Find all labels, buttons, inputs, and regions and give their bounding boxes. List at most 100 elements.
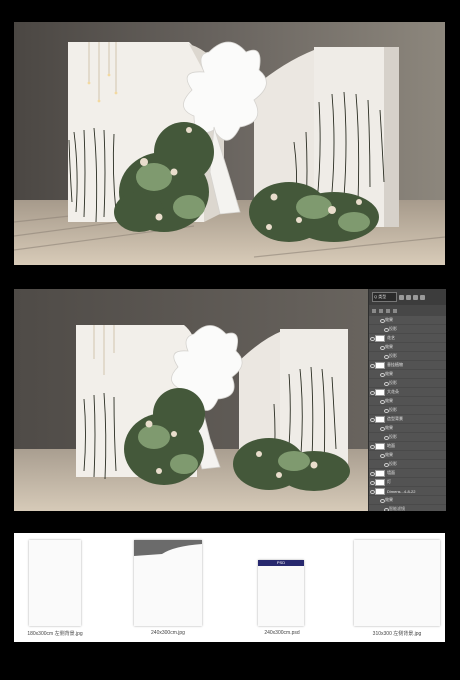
visibility-eye-icon[interactable]	[379, 424, 385, 432]
visibility-eye-icon[interactable]	[369, 388, 375, 396]
layer-name: 投影	[389, 461, 397, 466]
file-name: 310x300 左侧背景.jpg	[372, 631, 422, 637]
layer-effect-row[interactable]: 投影	[369, 406, 446, 415]
layer-row[interactable]: 大花朵	[369, 388, 446, 397]
layer-effect-row[interactable]: 投影	[369, 460, 446, 469]
layer-thumbnail	[375, 442, 385, 450]
layer-name: 造型背景	[387, 416, 403, 421]
layer-effect-row[interactable]: 智能滤镜	[369, 505, 446, 511]
layer-thumbnail	[375, 487, 385, 495]
visibility-eye-icon[interactable]	[379, 451, 385, 459]
layer-effect-row[interactable]: 投影	[369, 325, 446, 334]
layer-name: 地面	[387, 443, 395, 448]
file-thumbnail	[354, 540, 440, 626]
lock-position-icon[interactable]	[379, 308, 383, 313]
file-thumbnail: PSD	[258, 560, 304, 626]
lock-all-icon[interactable]	[393, 308, 397, 313]
layer-row[interactable]: 造型背景	[369, 415, 446, 424]
visibility-eye-icon[interactable]	[383, 325, 389, 333]
file-name: 240x300cm.jpg	[151, 630, 185, 636]
layer-name: 效果	[385, 452, 393, 457]
filter-shape-icon[interactable]	[420, 294, 425, 300]
file-thumbnail	[29, 540, 81, 626]
layer-effect-row[interactable]: 投影	[369, 352, 446, 361]
layer-name: Dimens...4-8-22	[387, 488, 416, 494]
layer-name: 智能滤镜	[389, 506, 405, 511]
layer-effect-row[interactable]: 效果	[369, 496, 446, 505]
layer-name: 花艺	[387, 335, 395, 340]
layer-row[interactable]: 灯	[369, 478, 446, 487]
layer-effect-row[interactable]: 效果	[369, 451, 446, 460]
layer-effect-row[interactable]: 效果	[369, 316, 446, 325]
filter-text-icon[interactable]	[413, 294, 418, 300]
visibility-eye-icon[interactable]	[379, 496, 385, 504]
layers-toolbar	[369, 305, 446, 316]
layer-name: 效果	[385, 371, 393, 376]
layer-name: 投影	[389, 380, 397, 385]
visibility-eye-icon[interactable]	[379, 370, 385, 378]
layer-row[interactable]: 垂挂植物	[369, 361, 446, 370]
layer-name: 投影	[389, 353, 397, 358]
wedding-stage-render	[14, 22, 445, 265]
layer-name: 投影	[389, 326, 397, 331]
layer-effect-row[interactable]: 效果	[369, 370, 446, 379]
layer-effect-row[interactable]: 效果	[369, 343, 446, 352]
visibility-eye-icon[interactable]	[369, 361, 375, 369]
layer-name: 垂挂植物	[387, 362, 403, 367]
visibility-eye-icon[interactable]	[379, 397, 385, 405]
layer-name: 效果	[385, 425, 393, 430]
layer-effect-row[interactable]: 投影	[369, 433, 446, 442]
wave-background-thumbnail	[134, 540, 202, 556]
layer-name: 效果	[385, 398, 393, 403]
filter-adjust-icon[interactable]	[406, 294, 411, 300]
visibility-eye-icon[interactable]	[383, 460, 389, 468]
layer-effect-row[interactable]: 效果	[369, 397, 446, 406]
layer-name: 投影	[389, 434, 397, 439]
layer-name: 墙面	[387, 470, 395, 475]
layer-name: 灯	[387, 479, 391, 484]
lock-artboard-icon[interactable]	[386, 308, 390, 313]
layer-effect-row[interactable]: 投影	[369, 379, 446, 388]
layers-panel: Q 类型 效果 投影 花艺 效果 投影 垂挂植物 效果 投影 大花朵 效果 投影 造型背景 效果 投影 地面…	[368, 289, 446, 511]
layer-thumbnail	[375, 469, 385, 477]
visibility-eye-icon[interactable]	[383, 352, 389, 360]
layer-effect-row[interactable]: 效果	[369, 424, 446, 433]
psd-badge: PSD	[258, 560, 304, 566]
layer-row[interactable]: 地面	[369, 442, 446, 451]
layer-filter-input[interactable]: Q 类型	[372, 292, 397, 302]
layer-name: 投影	[389, 407, 397, 412]
visibility-eye-icon[interactable]	[379, 343, 385, 351]
visibility-eye-icon[interactable]	[383, 379, 389, 387]
layers-panel-header: Q 类型	[369, 289, 446, 305]
layer-thumbnail	[375, 361, 385, 369]
layer-name: 效果	[385, 497, 393, 502]
filter-image-icon[interactable]	[399, 294, 404, 300]
visibility-eye-icon[interactable]	[369, 469, 375, 477]
layer-row[interactable]: Dimens...4-8-22	[369, 487, 446, 496]
lock-pixels-icon[interactable]	[372, 308, 376, 313]
layer-thumbnail	[375, 415, 385, 423]
layer-list: 效果 投影 花艺 效果 投影 垂挂植物 效果 投影 大花朵 效果 投影 造型背景 效果 投影 地面 效果 投影墙…	[369, 316, 446, 511]
file-name: 240x300cm.psd	[264, 630, 300, 636]
visibility-eye-icon[interactable]	[383, 505, 389, 511]
visibility-eye-icon[interactable]	[379, 316, 385, 324]
visibility-eye-icon[interactable]	[369, 487, 375, 495]
visibility-eye-icon[interactable]	[369, 442, 375, 450]
stage-scene-image	[14, 22, 445, 265]
file-thumbnail	[134, 540, 202, 626]
file-thumbnails-panel: 180x300cm 左侧背景.jpg 240x300cm.jpg PSD 240…	[14, 533, 445, 642]
layer-name: 大花朵	[387, 389, 399, 394]
layer-name: 效果	[385, 317, 393, 322]
visibility-eye-icon[interactable]	[383, 406, 389, 414]
file-name: 180x300cm 左侧背景.jpg	[27, 631, 83, 637]
layer-thumbnail	[375, 334, 385, 342]
visibility-eye-icon[interactable]	[369, 334, 375, 342]
visibility-eye-icon[interactable]	[369, 415, 375, 423]
layer-name: 效果	[385, 344, 393, 349]
visibility-eye-icon[interactable]	[369, 478, 375, 486]
layer-row[interactable]: 花艺	[369, 334, 446, 343]
visibility-eye-icon[interactable]	[383, 433, 389, 441]
layer-row[interactable]: 墙面	[369, 469, 446, 478]
layer-thumbnail	[375, 388, 385, 396]
layer-thumbnail	[375, 478, 385, 486]
